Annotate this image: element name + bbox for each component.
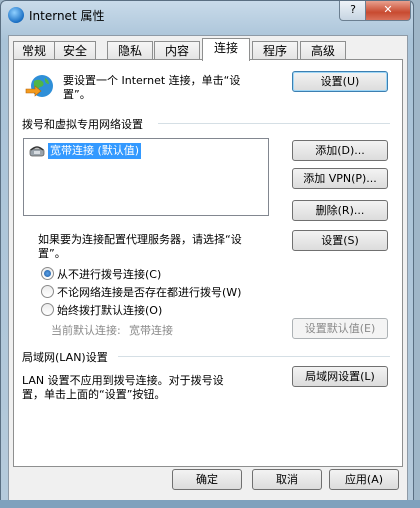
cancel-button[interactable]: 取消 [252, 469, 322, 490]
group-divider [118, 356, 390, 357]
tab-privacy[interactable]: 隐私 [107, 41, 153, 60]
current-default-value: 宽带连接 [129, 324, 173, 337]
proxy-text-line2: 置”。 [38, 247, 66, 260]
title-bar[interactable]: Internet 属性 ? ✕ [1, 1, 413, 29]
ok-button[interactable]: 确定 [172, 469, 242, 490]
dialup-group-title: 拨号和虚拟专用网络设置 [22, 118, 143, 131]
lan-settings-button[interactable]: 局域网设置(L) [292, 366, 388, 387]
tab-programs[interactable]: 程序 [252, 41, 298, 60]
set-default-button[interactable]: 设置默认值(E) [292, 318, 388, 339]
radio-never-dial[interactable] [41, 267, 54, 280]
lan-text-line2: 置，单击上面的“设置”按钮。 [22, 388, 166, 401]
desktop-strip [0, 500, 420, 508]
dialog-body: 常规 安全 隐私 内容 连接 程序 高级 要设置一个 Internet 连接，单… [8, 35, 408, 502]
radio-dial-always-label[interactable]: 不论网络连接是否存在都进行拨号(W) [57, 284, 241, 300]
proxy-settings-button[interactable]: 设置(S) [292, 230, 388, 251]
add-vpn-button[interactable]: 添加 VPN(P)... [292, 168, 388, 189]
setup-text-line2: 置”。 [63, 88, 91, 101]
radio-dial-always[interactable] [41, 285, 54, 298]
connections-list[interactable]: 宽带连接 (默认值) [23, 138, 269, 216]
tab-strip: 常规 安全 隐私 内容 连接 程序 高级 [9, 38, 407, 61]
remove-button[interactable]: 删除(R)... [292, 200, 388, 221]
window-title: Internet 属性 [29, 9, 105, 23]
proxy-text-line1: 如果要为连接配置代理服务器，请选择“设 [38, 233, 242, 246]
setup-button[interactable]: 设置(U) [292, 71, 388, 92]
network-globe-icon [25, 75, 53, 97]
tab-advanced[interactable]: 高级 [300, 41, 346, 60]
connection-name: 宽带连接 (默认值) [48, 143, 142, 159]
window-frame: Internet 属性 ? ✕ 常规 安全 隐私 内容 连接 程序 高级 要设置… [0, 0, 414, 506]
group-divider [158, 123, 390, 124]
help-button[interactable]: ? [339, 1, 367, 21]
current-default-label: 当前默认连接: [51, 324, 121, 337]
radio-default-connection-label[interactable]: 始终拨打默认连接(O) [57, 302, 162, 318]
apply-button[interactable]: 应用(A) [329, 469, 399, 490]
tab-security[interactable]: 安全 [54, 41, 96, 60]
tab-connections[interactable]: 连接 [202, 38, 250, 61]
radio-default-connection[interactable] [41, 303, 54, 316]
dialup-connection-icon [29, 146, 45, 157]
close-button[interactable]: ✕ [365, 1, 411, 21]
list-item[interactable]: 宽带连接 (默认值) [27, 143, 144, 159]
internet-globe-icon [8, 7, 24, 23]
tab-general[interactable]: 常规 [13, 41, 55, 60]
lan-group-title: 局域网(LAN)设置 [22, 351, 108, 364]
radio-never-dial-label[interactable]: 从不进行拨号连接(C) [57, 266, 161, 282]
add-button[interactable]: 添加(D)... [292, 140, 388, 161]
tab-content[interactable]: 内容 [154, 41, 200, 60]
connections-panel: 要设置一个 Internet 连接，单击“设 置”。 设置(U) 拨号和虚拟专用… [13, 59, 403, 467]
